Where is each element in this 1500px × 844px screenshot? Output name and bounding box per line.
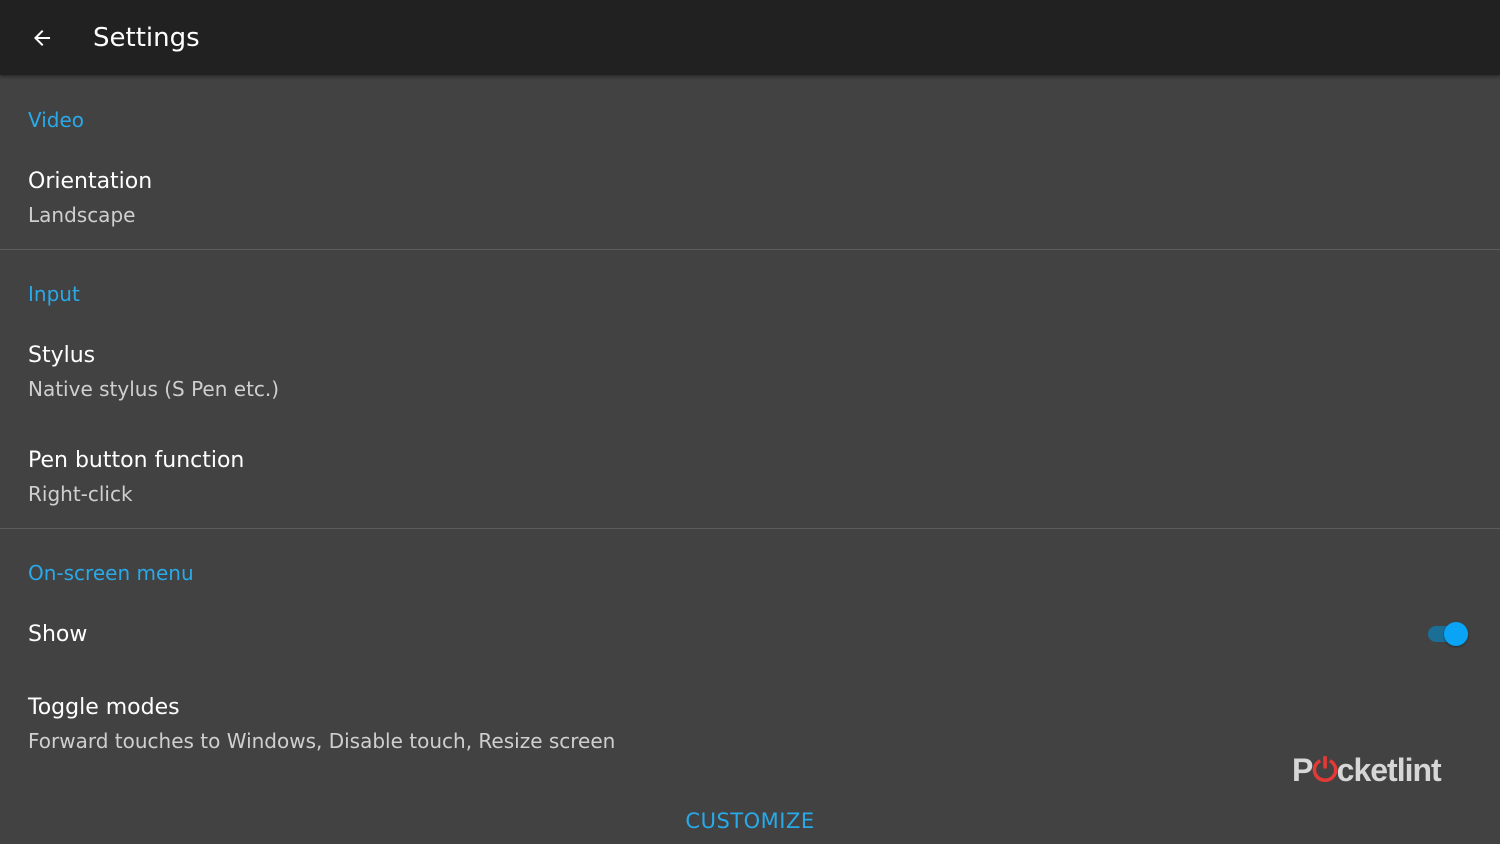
setting-summary: Forward touches to Windows, Disable touc… [28,729,616,753]
setting-summary: Right-click [28,482,133,506]
app-bar: Settings [0,0,1500,75]
setting-title: Stylus [28,343,96,368]
pocketlint-watermark-logo: P⏻cketlint [1292,750,1442,790]
back-button[interactable] [22,18,62,58]
arrow-left-icon [34,30,50,46]
setting-toggle-modes[interactable]: Toggle modes Forward touches to Windows,… [0,686,1500,776]
setting-summary: Landscape [28,203,136,227]
divider [0,249,1500,250]
setting-title: Pen button function [28,448,245,473]
setting-summary: Native stylus (S Pen etc.) [28,377,280,401]
power-icon: ⏻ [1312,752,1337,788]
page-title: Settings [93,23,200,53]
section-header-onscreen-menu: On-screen menu [28,561,194,585]
section-header-input: Input [28,282,80,306]
watermark-text: P [1292,752,1313,788]
show-toggle-switch[interactable] [1428,620,1470,648]
divider [0,528,1500,529]
toggle-thumb [1444,622,1468,646]
watermark-text: cketlint [1336,752,1442,788]
setting-title: Show [28,622,88,647]
setting-stylus[interactable]: Stylus Native stylus (S Pen etc.) [0,334,1500,424]
setting-show[interactable]: Show [0,612,1500,658]
setting-orientation[interactable]: Orientation Landscape [0,160,1500,248]
setting-pen-button-function[interactable]: Pen button function Right-click [0,439,1500,527]
section-header-video: Video [28,108,85,132]
setting-title: Orientation [28,169,153,194]
customize-button[interactable]: CUSTOMIZE [650,806,850,836]
setting-title: Toggle modes [28,695,180,720]
